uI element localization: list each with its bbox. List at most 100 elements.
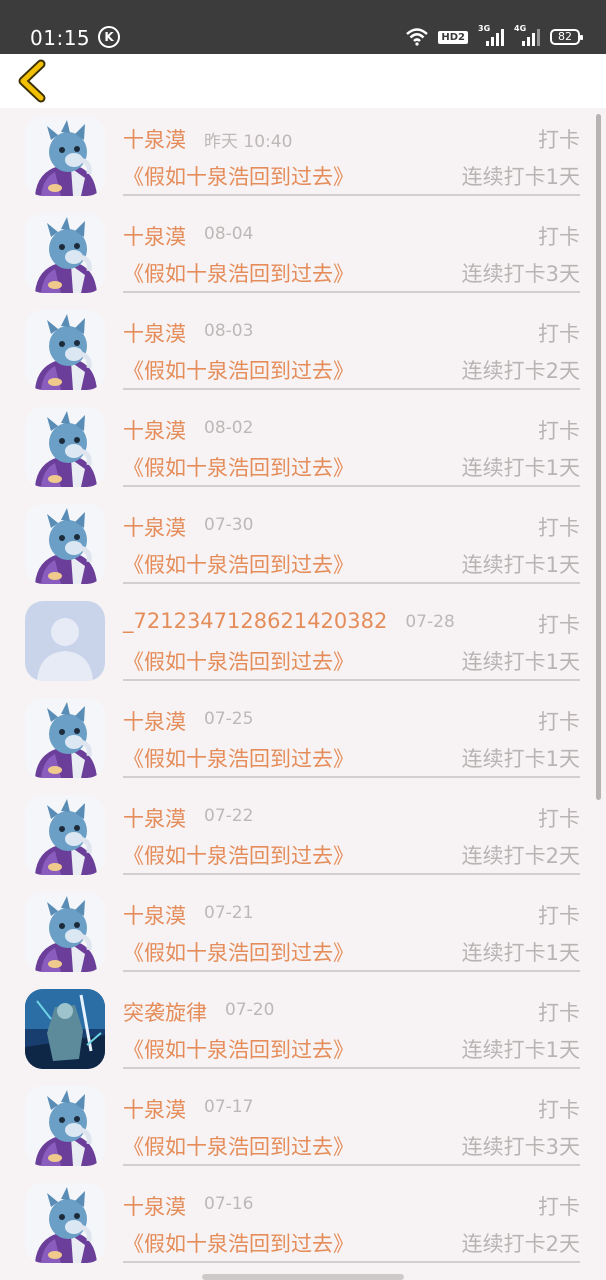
avatar-character-image[interactable] <box>25 795 105 875</box>
divider <box>123 1067 580 1069</box>
list-item[interactable]: 十泉漠 07-30 打卡 《假如十泉浩回到过去》 连续打卡1天 <box>0 496 606 593</box>
checkin-tag: 打卡 <box>538 516 580 540</box>
checkin-tag: 打卡 <box>538 419 580 443</box>
user-name[interactable]: 十泉漠 <box>123 318 186 348</box>
divider <box>123 388 580 390</box>
user-name[interactable]: 十泉漠 <box>123 221 186 251</box>
status-bar: 01:15 K HD2 3G 4G 82 <box>0 0 606 54</box>
avatar-character-image[interactable] <box>25 116 105 196</box>
scrollbar[interactable] <box>596 114 601 800</box>
avatar-character-image[interactable] <box>25 1183 105 1263</box>
user-name[interactable]: 十泉漠 <box>123 1094 186 1124</box>
divider <box>123 291 580 293</box>
book-title[interactable]: 《假如十泉浩回到过去》 <box>123 1131 354 1161</box>
user-name[interactable]: 突袭旋律 <box>123 997 207 1027</box>
book-title[interactable]: 《假如十泉浩回到过去》 <box>123 549 354 579</box>
list-item[interactable]: 十泉漠 07-17 打卡《假如十泉浩回到过去》 连续打卡3天 <box>0 1078 606 1175</box>
checkin-list[interactable]: 十泉漠 昨天 10:40 打卡 《假如十泉浩回到过去》 连续打卡1天 十泉漠 08-04 打卡… <box>0 108 606 1280</box>
checkin-date: 07-21 <box>204 903 254 923</box>
streak-count: 连续打卡1天 <box>461 650 580 674</box>
avatar-character-image[interactable] <box>25 310 105 390</box>
status-icons: HD2 3G 4G 82 <box>406 24 583 48</box>
book-title[interactable]: 《假如十泉浩回到过去》 <box>123 452 354 482</box>
user-name[interactable]: 十泉漠 <box>123 706 186 736</box>
avatar-game-image[interactable] <box>25 989 105 1069</box>
streak-count: 连续打卡1天 <box>461 165 580 189</box>
chevron-left-icon <box>18 59 46 103</box>
list-item[interactable]: 十泉漠 昨天 10:40 打卡《假如十泉浩回到过去》 连续打卡1天 <box>0 108 606 205</box>
book-title[interactable]: 《假如十泉浩回到过去》 <box>123 646 354 676</box>
checkin-date: 07-22 <box>204 806 254 826</box>
user-name[interactable]: 十泉漠 <box>123 415 186 445</box>
list-item[interactable]: 突袭旋律 07-20 打卡 《假如十泉浩回到过去》 连续打卡1天 <box>0 981 606 1078</box>
divider <box>123 970 580 972</box>
checkin-tag: 打卡 <box>538 710 580 734</box>
divider <box>123 1164 580 1166</box>
divider <box>123 873 580 875</box>
streak-count: 连续打卡2天 <box>461 1232 580 1256</box>
checkin-tag: 打卡 <box>538 1098 580 1122</box>
checkin-tag: 打卡 <box>538 904 580 928</box>
avatar-character-image[interactable] <box>25 892 105 972</box>
checkin-date: 07-25 <box>204 709 254 729</box>
divider <box>123 776 580 778</box>
avatar-character-image[interactable] <box>25 1086 105 1166</box>
hd-icon: HD2 <box>438 30 468 44</box>
list-item[interactable]: 十泉漠 07-16 打卡《假如十泉浩回到过去》 连续打卡2天 <box>0 1175 606 1272</box>
user-name[interactable]: 十泉漠 <box>123 512 186 542</box>
avatar-character-image[interactable] <box>25 504 105 584</box>
checkin-tag: 打卡 <box>538 1195 580 1219</box>
streak-count: 连续打卡1天 <box>461 1038 580 1062</box>
divider <box>123 679 580 681</box>
checkin-tag: 打卡 <box>538 128 580 152</box>
avatar-character-image[interactable] <box>25 698 105 778</box>
book-title[interactable]: 《假如十泉浩回到过去》 <box>123 161 354 191</box>
checkin-tag: 打卡 <box>538 225 580 249</box>
battery-icon: 82 <box>550 29 583 45</box>
home-indicator[interactable] <box>202 1274 404 1280</box>
checkin-tag: 打卡 <box>538 322 580 346</box>
streak-count: 连续打卡1天 <box>461 941 580 965</box>
signal-4g-icon: 4G <box>514 24 540 48</box>
avatar-character-image[interactable] <box>25 407 105 487</box>
checkin-date: 昨天 10:40 <box>204 132 293 152</box>
book-title[interactable]: 《假如十泉浩回到过去》 <box>123 1228 354 1258</box>
list-item[interactable]: 十泉漠 08-04 打卡 《假如十泉浩回到过去》 连续打卡3天 <box>0 205 606 302</box>
k-badge-icon: K <box>98 26 120 48</box>
book-title[interactable]: 《假如十泉浩回到过去》 <box>123 1034 354 1064</box>
book-title[interactable]: 《假如十泉浩回到过去》 <box>123 258 354 288</box>
list-item[interactable]: _7212347128621420382 07-28 打卡 《假如十泉浩回到过去》 连续… <box>0 593 606 690</box>
user-name[interactable]: _7212347128621420382 <box>123 609 387 633</box>
back-button[interactable] <box>14 58 58 104</box>
signal-3g-icon: 3G <box>478 24 504 48</box>
streak-count: 连续打卡1天 <box>461 553 580 577</box>
user-name[interactable]: 十泉漠 <box>123 1191 186 1221</box>
list-item[interactable]: 十泉漠 07-22 打卡 《假如十泉浩回到过去》 连续打卡2天 <box>0 787 606 884</box>
list-item[interactable]: 十泉漠 08-02 打卡 《假如十泉浩回到过去》 连续打卡1天 <box>0 399 606 496</box>
book-title[interactable]: 《假如十泉浩回到过去》 <box>123 840 354 870</box>
user-name[interactable]: 十泉漠 <box>123 124 186 154</box>
user-name[interactable]: 十泉漠 <box>123 803 186 833</box>
book-title[interactable]: 《假如十泉浩回到过去》 <box>123 355 354 385</box>
avatar-character-image[interactable] <box>25 213 105 293</box>
checkin-date: 07-17 <box>204 1097 254 1117</box>
streak-count: 连续打卡2天 <box>461 359 580 383</box>
book-title[interactable]: 《假如十泉浩回到过去》 <box>123 743 354 773</box>
checkin-tag: 打卡 <box>538 613 580 637</box>
streak-count: 连续打卡3天 <box>461 262 580 286</box>
checkin-date: 08-03 <box>204 321 254 341</box>
checkin-date: 07-20 <box>225 1000 275 1020</box>
divider <box>123 1261 580 1263</box>
list-item[interactable]: 十泉漠 08-03 打卡《假如十泉浩回到过去》 连续打卡2天 <box>0 302 606 399</box>
status-time: 01:15 <box>30 26 91 50</box>
divider <box>123 485 580 487</box>
checkin-date: 08-02 <box>204 418 254 438</box>
divider <box>123 582 580 584</box>
book-title[interactable]: 《假如十泉浩回到过去》 <box>123 937 354 967</box>
checkin-date: 07-16 <box>204 1194 254 1214</box>
list-item[interactable]: 十泉漠 07-25 打卡 《假如十泉浩回到过去》 连续打卡1天 <box>0 690 606 787</box>
list-item[interactable]: 十泉漠 07-21 打卡《假如十泉浩回到过去》 连续打卡1天 <box>0 884 606 981</box>
streak-count: 连续打卡3天 <box>461 1135 580 1159</box>
user-name[interactable]: 十泉漠 <box>123 900 186 930</box>
avatar-default-icon[interactable] <box>25 601 105 681</box>
